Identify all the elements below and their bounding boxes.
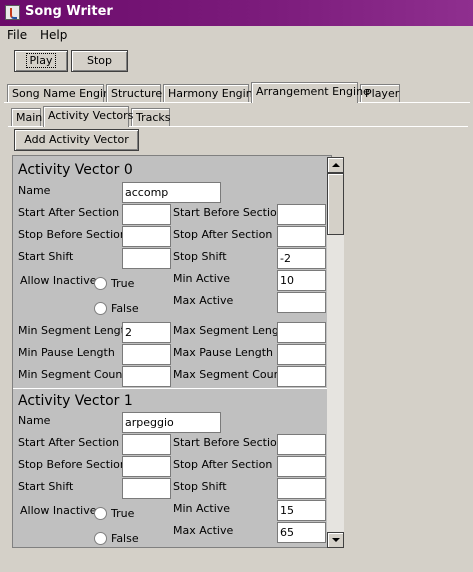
- stop-shift-label: Stop Shift: [173, 480, 227, 493]
- start-shift-field[interactable]: [122, 478, 171, 499]
- window-title: Song Writer: [25, 4, 113, 19]
- max-pause-length-label: Max Pause Length: [173, 346, 274, 359]
- start-before-section-field[interactable]: [277, 434, 326, 455]
- title-bar: Song Writer: [0, 0, 473, 26]
- stop-button-label: Stop: [86, 54, 112, 67]
- max-active-field[interactable]: [277, 292, 326, 313]
- vector-separator: [13, 388, 331, 389]
- max-segment-length-field[interactable]: [277, 322, 326, 343]
- false-radio[interactable]: [94, 532, 107, 545]
- menu-bar: File Help: [0, 26, 473, 46]
- stop-shift-label: Stop Shift: [173, 250, 227, 263]
- activity-vectors-panel[interactable]: Activity Vector 0 Name accomp Start Afte…: [12, 155, 332, 548]
- start-shift-label: Start Shift: [18, 480, 74, 493]
- true-radio[interactable]: [94, 507, 107, 520]
- max-segment-count-field[interactable]: [277, 366, 326, 387]
- start-before-section-field[interactable]: [277, 204, 326, 225]
- min-pause-length-field[interactable]: [122, 344, 171, 365]
- min-segment-count-label: Min Segment Count: [18, 368, 127, 381]
- tab-harmony-engine[interactable]: Harmony Engine: [163, 84, 259, 103]
- start-shift-field[interactable]: [122, 248, 171, 269]
- main-tab-divider: [4, 102, 470, 103]
- tab-main[interactable]: Main: [11, 108, 42, 127]
- tab-activity-vectors[interactable]: Activity Vectors: [43, 106, 133, 127]
- name-field[interactable]: arpeggio: [122, 412, 221, 433]
- start-before-section-label: Start Before Section: [173, 436, 284, 449]
- name-label: Name: [18, 184, 51, 197]
- vector-title: Activity Vector 1: [18, 393, 133, 409]
- menu-help[interactable]: Help: [40, 28, 67, 42]
- false-label: False: [111, 302, 139, 315]
- play-button-label: Play: [25, 53, 57, 68]
- allow-inactive-label: Allow Inactive: [20, 274, 97, 287]
- add-activity-vector-label: Add Activity Vector: [24, 133, 129, 146]
- stop-after-section-field[interactable]: [277, 226, 326, 247]
- arrow-up-icon: [332, 163, 340, 167]
- allow-inactive-label: Allow Inactive: [20, 504, 97, 517]
- stop-after-section-field[interactable]: [277, 456, 326, 477]
- add-activity-vector-button[interactable]: Add Activity Vector: [14, 129, 139, 151]
- scroll-up-button[interactable]: [327, 157, 344, 173]
- scroll-down-button[interactable]: [327, 532, 344, 548]
- max-active-field[interactable]: 65: [277, 522, 326, 543]
- scroll-thumb[interactable]: [327, 173, 344, 235]
- vector-title: Activity Vector 0: [18, 162, 133, 178]
- stop-before-section-label: Stop Before Section: [18, 458, 127, 471]
- tab-tracks[interactable]: Tracks: [131, 108, 171, 127]
- min-active-label: Min Active: [173, 502, 231, 515]
- max-active-label: Max Active: [173, 524, 234, 537]
- start-after-section-field[interactable]: [122, 434, 171, 455]
- true-label: True: [111, 277, 135, 290]
- start-shift-label: Start Shift: [18, 250, 74, 263]
- tab-arrangement-engine[interactable]: Arrangement Engine: [251, 82, 370, 103]
- stop-before-section-field[interactable]: [122, 456, 171, 477]
- stop-button[interactable]: Stop: [71, 50, 128, 72]
- stop-after-section-label: Stop After Section: [173, 228, 273, 241]
- min-pause-length-label: Min Pause Length: [18, 346, 115, 359]
- min-active-field[interactable]: 15: [277, 500, 326, 521]
- min-segment-length-label: Min Segment Length: [18, 324, 132, 337]
- tab-structure[interactable]: Structure: [106, 84, 162, 103]
- false-label: False: [111, 532, 139, 545]
- max-pause-length-field[interactable]: [277, 344, 326, 365]
- stop-before-section-label: Stop Before Section: [18, 228, 127, 241]
- true-radio[interactable]: [94, 277, 107, 290]
- min-segment-count-field[interactable]: [122, 366, 171, 387]
- stop-shift-field[interactable]: -2: [277, 248, 326, 269]
- max-segment-count-label: Max Segment Count: [173, 368, 285, 381]
- start-before-section-label: Start Before Section: [173, 206, 284, 219]
- max-segment-length-label: Max Segment Length: [173, 324, 291, 337]
- play-button[interactable]: Play: [14, 50, 68, 72]
- start-after-section-field[interactable]: [122, 204, 171, 225]
- max-active-label: Max Active: [173, 294, 234, 307]
- stop-shift-field[interactable]: [277, 478, 326, 499]
- true-label: True: [111, 507, 135, 520]
- tab-song-name-engine[interactable]: Song Name Engine: [7, 84, 117, 103]
- menu-file[interactable]: File: [7, 28, 27, 42]
- start-after-section-label: Start After Section: [18, 206, 120, 219]
- stop-after-section-label: Stop After Section: [173, 458, 273, 471]
- start-after-section-label: Start After Section: [18, 436, 120, 449]
- arrow-down-icon: [332, 538, 340, 542]
- name-field[interactable]: accomp: [122, 182, 221, 203]
- false-radio[interactable]: [94, 302, 107, 315]
- vertical-scrollbar[interactable]: [327, 157, 344, 548]
- name-label: Name: [18, 414, 51, 427]
- stop-before-section-field[interactable]: [122, 226, 171, 247]
- min-segment-length-field[interactable]: 2: [122, 322, 171, 343]
- min-active-label: Min Active: [173, 272, 231, 285]
- java-app-icon: [5, 5, 20, 20]
- min-active-field[interactable]: 10: [277, 270, 326, 291]
